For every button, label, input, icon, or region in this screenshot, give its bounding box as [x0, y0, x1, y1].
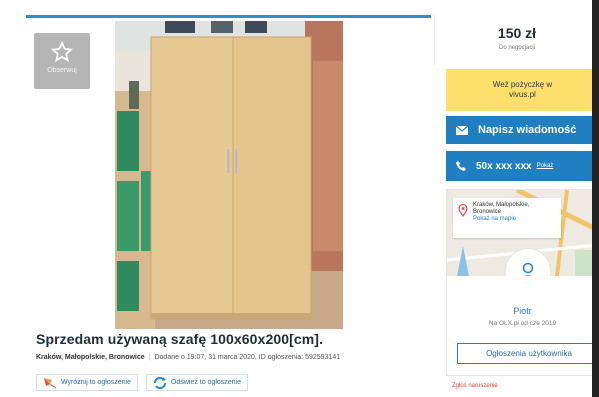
- seller-name[interactable]: Piotr: [447, 306, 598, 316]
- show-on-map-link[interactable]: Pokaż na mapie: [473, 216, 557, 223]
- user-ads-button[interactable]: Ogłoszenia użytkownika: [457, 343, 599, 364]
- send-message-label: Napisz wiadomość: [478, 124, 577, 136]
- loan-banner[interactable]: Weź pożyczkę w vivus.pl: [446, 69, 599, 111]
- map-location-info: Kraków, Małopolskie, Bronowice Pokaż na …: [453, 198, 561, 238]
- phone-number: 50x xxx xxx: [476, 160, 532, 172]
- listing-meta: Kraków, Małopolskie, Bronowice | Dodane o …: [36, 354, 340, 361]
- page: Obserwuj Sprzedam używaną szafę 100x60x2…: [0, 0, 599, 397]
- location-map[interactable]: Kraków, Małopolskie, Bronowice Pokaż na …: [447, 190, 598, 276]
- promote-button[interactable]: Wyróżnij to ogłoszenie: [36, 374, 138, 391]
- seller-card: Kraków, Małopolskie, Bronowice Pokaż na …: [446, 189, 599, 376]
- meta-separator: |: [148, 354, 151, 361]
- loan-line-2: vivus.pl: [509, 90, 536, 99]
- window-edge: [592, 0, 599, 397]
- listing-actions: Wyróżnij to ogłoszenie Odśwież to ogłosz…: [36, 374, 249, 391]
- star-icon: [51, 41, 73, 62]
- map-location-line-2: Bronowice: [473, 209, 502, 215]
- user-icon: [522, 262, 534, 276]
- listing-card: Obserwuj Sprzedam używaną szafę 100x60x2…: [26, 15, 431, 397]
- refresh-button[interactable]: Odśwież to ogłoszenie: [145, 374, 249, 391]
- favorite-label: Obserwuj: [47, 67, 77, 74]
- photo-area[interactable]: Obserwuj: [26, 21, 431, 329]
- phone-button[interactable]: 50x xxx xxx Pokaż: [446, 151, 599, 181]
- negotiable-label: Do negocjacji: [498, 45, 536, 51]
- loan-line-1: Weź pożyczkę w: [492, 80, 553, 89]
- report-link[interactable]: Zgłoś naruszenie: [452, 383, 498, 389]
- map-location-line-1: Kraków, Małopolskie,: [473, 202, 530, 208]
- listing-added: Dodane o 19:07, 31 marca 2020, ID ogłosz…: [154, 354, 341, 361]
- favorite-button[interactable]: Obserwuj: [34, 33, 90, 89]
- kite-icon: [44, 377, 57, 388]
- listing-title: Sprzedam używaną szafę 100x60x200[cm].: [36, 331, 324, 347]
- envelope-icon: [456, 125, 468, 135]
- listing-photo[interactable]: [115, 21, 343, 329]
- phone-icon: [456, 161, 466, 171]
- refresh-icon: [153, 376, 167, 389]
- refresh-label: Odśwież to ogłoszenie: [170, 379, 242, 386]
- member-since: Na OLX.pl od cze 2019: [488, 320, 557, 327]
- price-box: 150 zł Do negocjacji: [434, 15, 599, 65]
- show-phone-link[interactable]: Pokaż: [537, 163, 554, 169]
- map-pin-icon: [458, 204, 468, 217]
- price: 150 zł: [497, 25, 537, 41]
- promote-label: Wyróżnij to ogłoszenie: [61, 379, 131, 386]
- send-message-button[interactable]: Napisz wiadomość: [446, 116, 599, 144]
- listing-location[interactable]: Kraków, Małopolskie, Bronowice: [36, 354, 145, 361]
